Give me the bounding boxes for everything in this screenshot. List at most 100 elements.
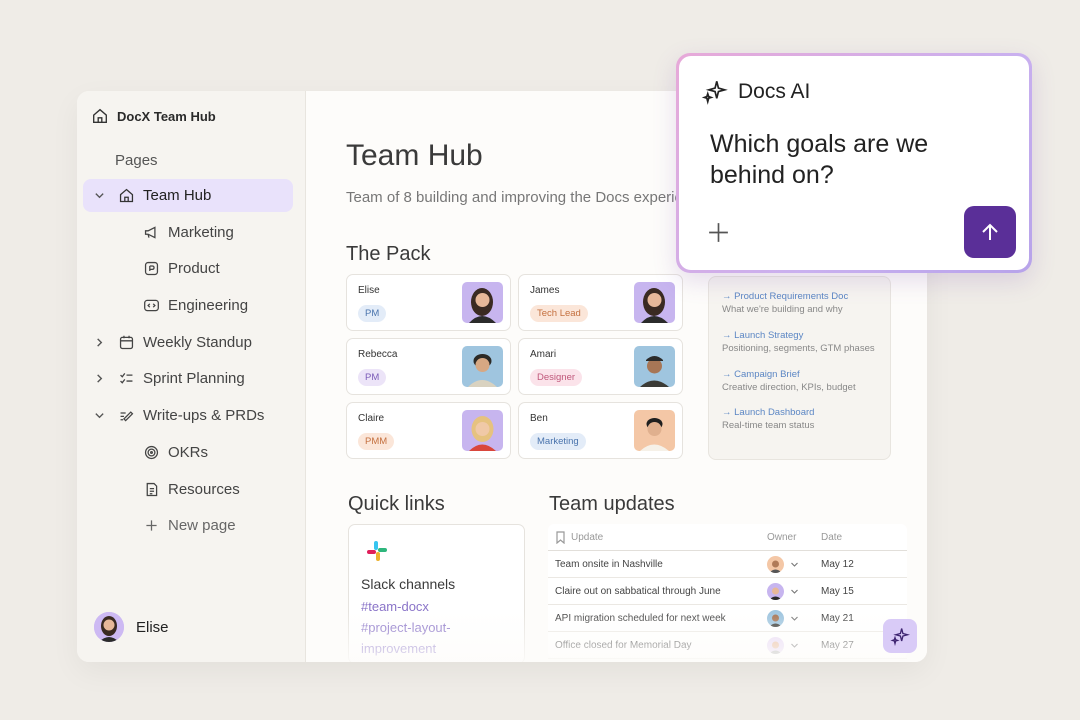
sidebar-item-label: Marketing bbox=[168, 223, 234, 241]
send-button[interactable] bbox=[964, 206, 1016, 258]
sidebar-item-engineering[interactable]: Engineering bbox=[83, 289, 293, 322]
owner-select[interactable] bbox=[767, 609, 799, 627]
member-name: James bbox=[530, 285, 560, 296]
doc-description: Real-time team status bbox=[722, 420, 815, 431]
page-title: Team Hub bbox=[346, 139, 483, 172]
role-badge: PM bbox=[358, 369, 387, 386]
quick-link-card[interactable]: Slack channels #team-docx #project-layou… bbox=[348, 524, 525, 662]
member-card[interactable]: Elise PM bbox=[346, 274, 511, 331]
current-user[interactable]: Elise bbox=[94, 612, 169, 642]
owner-select[interactable] bbox=[767, 582, 799, 600]
add-attachment-icon[interactable] bbox=[706, 220, 731, 245]
member-name: Elise bbox=[358, 285, 380, 296]
doc-description: What we're building and why bbox=[722, 304, 843, 315]
channel-link[interactable]: improvement bbox=[361, 641, 436, 656]
owner-select[interactable] bbox=[767, 555, 799, 573]
chevron-right-icon[interactable] bbox=[89, 369, 109, 389]
member-card[interactable]: Ben Marketing bbox=[518, 402, 683, 459]
sidebar-item-label: Write-ups & PRDs bbox=[143, 407, 265, 425]
sidebar-item-sprint-planning[interactable]: Sprint Planning bbox=[83, 362, 293, 395]
checklist-icon bbox=[117, 370, 135, 388]
role-badge: Designer bbox=[530, 369, 583, 386]
doc-link[interactable]: → Campaign Brief bbox=[722, 369, 800, 380]
doc-link[interactable]: → Launch Dashboard bbox=[722, 407, 814, 418]
sidebar-item-label: Team Hub bbox=[143, 187, 212, 204]
chevron-down-icon bbox=[791, 643, 798, 648]
update-text: Office closed for Memorial Day bbox=[555, 639, 692, 651]
doc-description: Creative direction, KPIs, budget bbox=[722, 382, 856, 393]
channel-link[interactable]: #team-docx bbox=[361, 599, 429, 614]
member-photo bbox=[634, 346, 675, 387]
workspace-brand[interactable]: DocX Team Hub bbox=[91, 107, 216, 125]
section-title-the-pack: The Pack bbox=[346, 243, 431, 265]
channel-link[interactable]: #project-layout- bbox=[361, 620, 451, 635]
sidebar-item-marketing[interactable]: Marketing bbox=[83, 216, 293, 249]
updates-table: Update Owner Date Team onsite in Nashvil… bbox=[548, 524, 907, 659]
doc-description: Positioning, segments, GTM phases bbox=[722, 343, 875, 354]
sidebar-item-product[interactable]: Product bbox=[83, 252, 293, 285]
member-photo bbox=[462, 410, 503, 451]
docs-ai-title: Docs AI bbox=[738, 79, 811, 103]
column-header: Date bbox=[821, 531, 843, 543]
new-page-button[interactable]: New page bbox=[83, 509, 293, 542]
role-badge: PM bbox=[358, 305, 387, 322]
chevron-down-icon[interactable] bbox=[89, 186, 109, 206]
plus-icon bbox=[142, 517, 160, 535]
table-row[interactable]: Claire out on sabbatical through June Ma… bbox=[548, 578, 907, 605]
member-card[interactable]: Claire PMM bbox=[346, 402, 511, 459]
pages-label: Pages bbox=[115, 152, 158, 169]
member-photo bbox=[462, 282, 503, 323]
ai-prompt-input[interactable]: Which goals are we behind on? bbox=[710, 129, 970, 191]
update-text: Claire out on sabbatical through June bbox=[555, 585, 721, 597]
sidebar-item-label: New page bbox=[168, 517, 236, 535]
member-card[interactable]: Amari Designer bbox=[518, 338, 683, 395]
sidebar-item-resources[interactable]: Resources bbox=[83, 473, 293, 506]
docs-links-card: → Product Requirements Doc What we're bu… bbox=[708, 276, 891, 460]
sidebar-item-team-hub[interactable]: Team Hub bbox=[83, 179, 293, 212]
update-text: API migration scheduled for next week bbox=[555, 612, 726, 624]
sidebar-item-weekly-standup[interactable]: Weekly Standup bbox=[83, 326, 293, 359]
doc-link[interactable]: → Product Requirements Doc bbox=[722, 291, 848, 302]
sidebar-item-label: Product bbox=[168, 260, 220, 278]
home-icon bbox=[117, 187, 135, 205]
sidebar-item-label: Sprint Planning bbox=[143, 370, 245, 388]
bookmark-icon bbox=[556, 530, 565, 544]
docs-ai-panel: Docs AI Which goals are we behind on? bbox=[676, 53, 1032, 273]
column-header: Update bbox=[571, 531, 604, 543]
table-row[interactable]: API migration scheduled for next week Ma… bbox=[548, 605, 907, 632]
update-date: May 21 bbox=[821, 612, 854, 624]
chevron-down-icon bbox=[791, 562, 798, 567]
update-date: May 12 bbox=[821, 558, 854, 570]
chevron-down-icon[interactable] bbox=[89, 406, 109, 426]
ai-assistant-button[interactable] bbox=[883, 619, 917, 653]
member-card[interactable]: James Tech Lead bbox=[518, 274, 683, 331]
section-title-quick-links: Quick links bbox=[348, 493, 445, 515]
avatar bbox=[767, 636, 784, 654]
slack-icon bbox=[367, 541, 387, 561]
table-header: Update Owner Date bbox=[548, 524, 907, 551]
member-name: Ben bbox=[530, 413, 548, 424]
role-badge: Marketing bbox=[530, 433, 586, 450]
chevron-down-icon bbox=[791, 589, 798, 594]
brand-label: DocX Team Hub bbox=[117, 108, 216, 124]
member-photo bbox=[634, 410, 675, 451]
table-row[interactable]: Team onsite in Nashville May 12 bbox=[548, 551, 907, 578]
table-row[interactable]: Office closed for Memorial Day May 27 bbox=[548, 632, 907, 659]
pen-icon bbox=[117, 407, 135, 425]
member-name: Rebecca bbox=[358, 349, 398, 360]
member-card[interactable]: Rebecca PM bbox=[346, 338, 511, 395]
sparkle-icon bbox=[890, 628, 910, 646]
owner-select[interactable] bbox=[767, 636, 799, 654]
member-name: Amari bbox=[530, 349, 557, 360]
sidebar-item-write-ups[interactable]: Write-ups & PRDs bbox=[83, 399, 293, 432]
sidebar-item-okrs[interactable]: OKRs bbox=[83, 436, 293, 469]
page-nav: Team Hub Marketing Product Engineering W… bbox=[83, 179, 293, 546]
doc-link[interactable]: → Launch Strategy bbox=[722, 330, 803, 341]
home-icon bbox=[93, 108, 107, 123]
member-photo bbox=[634, 282, 675, 323]
chevron-right-icon[interactable] bbox=[89, 332, 109, 352]
code-icon bbox=[142, 297, 160, 315]
section-title-team-updates: Team updates bbox=[549, 493, 675, 515]
sidebar-item-label: Weekly Standup bbox=[143, 333, 252, 351]
update-date: May 15 bbox=[821, 585, 854, 597]
